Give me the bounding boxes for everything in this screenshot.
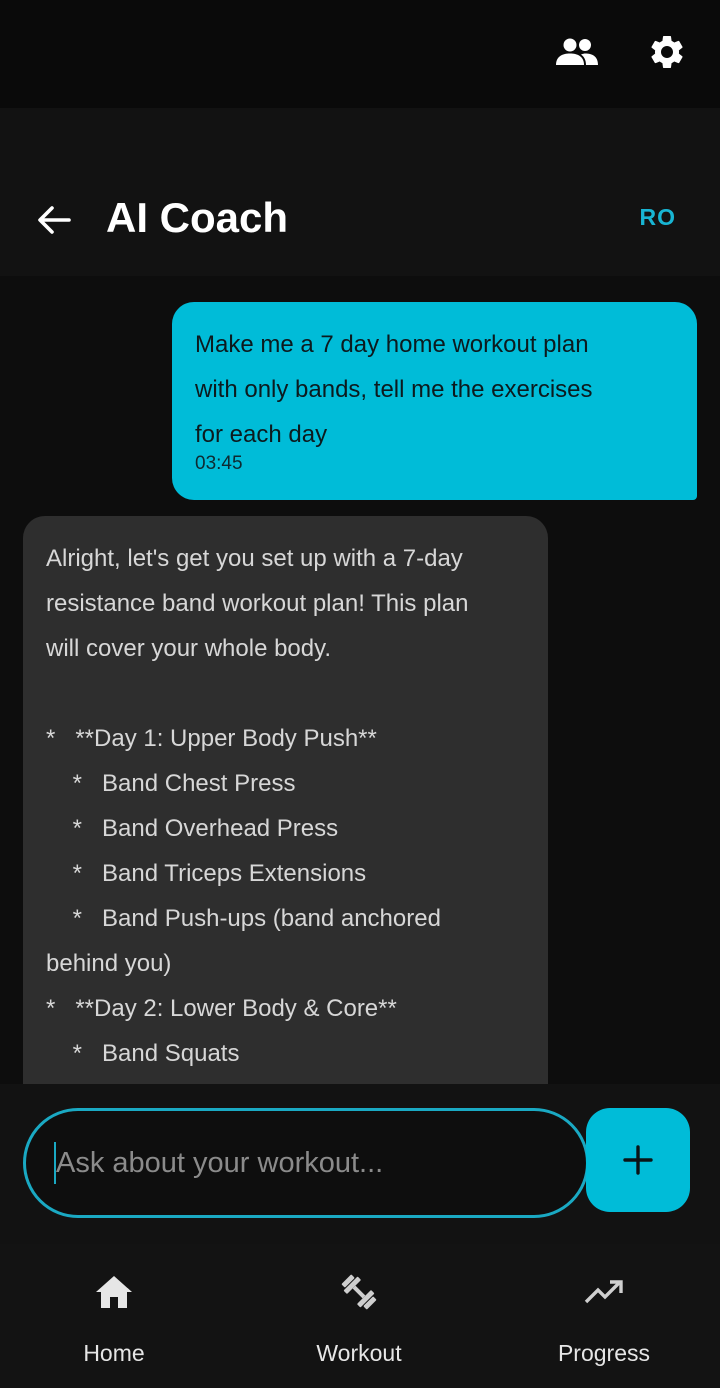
nav-item-home[interactable]: Home bbox=[34, 1270, 194, 1367]
nav-label-progress: Progress bbox=[557, 1340, 651, 1366]
plus-icon bbox=[623, 1145, 653, 1175]
nav-label-workout: Workout bbox=[316, 1340, 402, 1366]
app-header: AI Coach RO bbox=[0, 108, 720, 276]
message-input-wrapper[interactable] bbox=[23, 1108, 589, 1218]
app-screen: AI Coach RO Make me a 7 day home workout… bbox=[0, 0, 720, 1388]
nav-label-home: Home bbox=[83, 1340, 145, 1366]
back-arrow-icon[interactable] bbox=[30, 196, 78, 244]
nav-item-progress[interactable]: Progress bbox=[524, 1270, 684, 1367]
message-input[interactable] bbox=[56, 1146, 556, 1180]
user-message-bubble: Make me a 7 day home workout plan with o… bbox=[172, 302, 697, 500]
top-bar bbox=[0, 0, 720, 108]
assistant-message-text: Alright, let's get you set up with a 7-d… bbox=[46, 545, 469, 1067]
trending-up-icon bbox=[582, 1270, 626, 1314]
chat-thread[interactable]: Make me a 7 day home workout plan with o… bbox=[0, 276, 720, 1084]
composer bbox=[0, 1084, 720, 1244]
gear-icon[interactable] bbox=[645, 30, 689, 74]
nav-item-workout[interactable]: Workout bbox=[279, 1270, 439, 1367]
dumbbell-icon bbox=[337, 1270, 381, 1314]
page-title: AI Coach bbox=[106, 194, 289, 241]
assistant-message-bubble: Alright, let's get you set up with a 7-d… bbox=[23, 516, 548, 1084]
avatar[interactable]: RO bbox=[640, 204, 677, 231]
add-button[interactable] bbox=[586, 1108, 690, 1212]
user-message-text: Make me a 7 day home workout plan with o… bbox=[195, 331, 593, 448]
people-icon[interactable] bbox=[555, 30, 599, 74]
bottom-navigation: Home Workout Progress bbox=[0, 1244, 720, 1388]
home-icon bbox=[92, 1270, 136, 1314]
